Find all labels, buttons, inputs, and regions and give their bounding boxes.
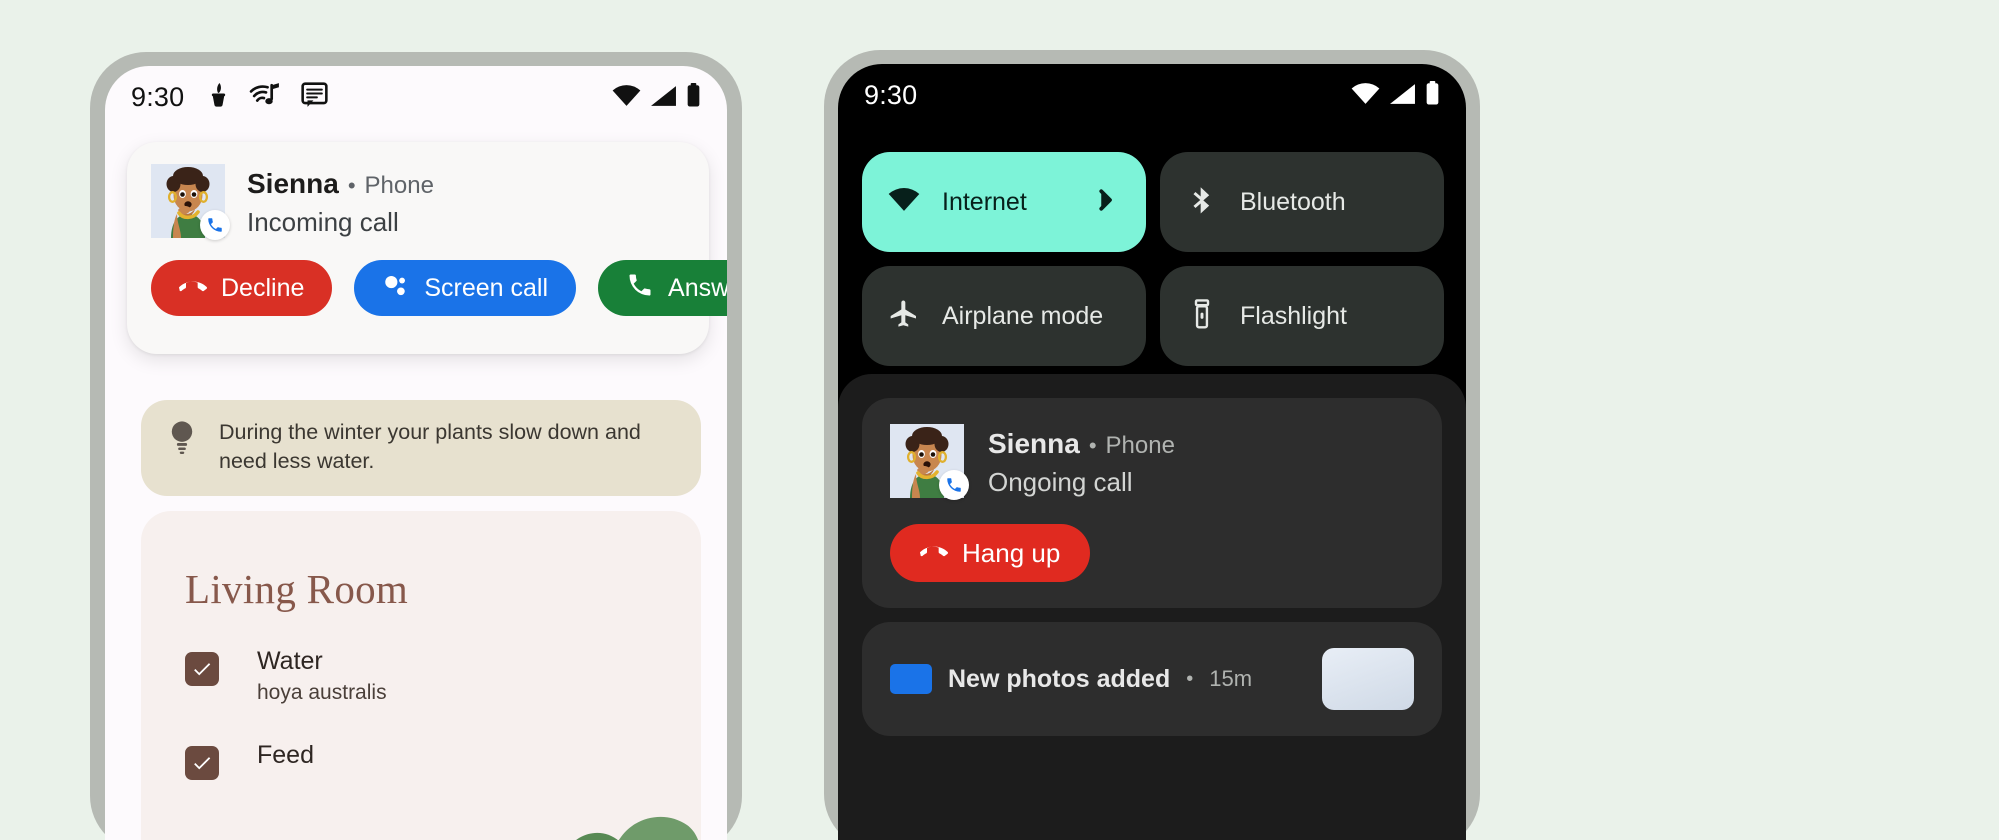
qs-tile-flashlight[interactable]: Flashlight <box>1160 266 1444 366</box>
notification-separator: • <box>347 173 356 198</box>
room-title: Living Room <box>185 566 409 612</box>
message-icon <box>300 81 329 114</box>
wifi-music-icon <box>249 81 282 114</box>
notification-body: Incoming call <box>247 207 399 237</box>
qs-tile-airplane-mode[interactable]: Airplane mode <box>862 266 1146 366</box>
notification-header: Sienna • Phone Ongoing call <box>890 424 1414 500</box>
hang-up-button[interactable]: Hang up <box>890 524 1091 582</box>
call-end-icon <box>179 271 207 306</box>
left-status-bar: 9:30 <box>105 66 727 128</box>
answer-label: Answer <box>668 273 727 302</box>
status-time: 9:30 <box>864 79 918 110</box>
photos-notification-time: 15m <box>1209 666 1253 691</box>
flashlight-icon <box>1186 298 1218 335</box>
quick-settings-grid: Internet Bluetooth Airplane mode Flashli… <box>862 152 1444 366</box>
task-subtitle: hoya australis <box>257 680 387 704</box>
task-title: Water <box>257 647 323 675</box>
task-row[interactable]: Water hoya australis <box>185 647 701 705</box>
screen-call-button[interactable]: Screen call <box>354 260 577 316</box>
incoming-call-notification[interactable]: Sienna • Phone Incoming call Decline Scr… <box>127 142 727 354</box>
wifi-icon <box>612 84 641 112</box>
notification-actions: Hang up <box>890 524 1414 582</box>
battery-icon <box>1425 80 1440 110</box>
task-list: Water hoya australis Feed <box>141 613 701 780</box>
photos-thumbnail[interactable] <box>1322 648 1414 710</box>
qs-label-airplane-mode: Airplane mode <box>942 301 1104 330</box>
bluetooth-icon <box>1186 184 1218 221</box>
task-title: Feed <box>257 740 314 769</box>
scene-root: During the winter your plants slow down … <box>0 0 1999 840</box>
right-phone-screen: 9:30 Internet Bluetooth Airplane mode Fl… <box>838 64 1466 840</box>
photos-icon <box>890 664 932 694</box>
qs-label-bluetooth: Bluetooth <box>1240 187 1346 216</box>
call-end-icon <box>920 536 948 571</box>
avatar <box>890 424 969 500</box>
avatar <box>151 164 230 240</box>
living-room-card: Living Room Water hoya australis Feed <box>141 511 701 840</box>
qs-label-internet: Internet <box>942 187 1027 216</box>
notification-body: Ongoing call <box>988 467 1133 497</box>
right-status-bar: 9:30 <box>838 64 1466 126</box>
task-row[interactable]: Feed <box>185 741 701 780</box>
tip-card[interactable]: During the winter your plants slow down … <box>141 400 701 496</box>
lightbulb-icon <box>165 416 199 463</box>
qs-label-flashlight: Flashlight <box>1240 301 1347 330</box>
photos-notification[interactable]: New photos added • 15m <box>862 622 1442 736</box>
notification-actions: Decline Screen call Answ <box>151 260 727 316</box>
notification-app-name: Phone <box>1105 432 1175 459</box>
decline-label: Decline <box>221 273 305 302</box>
photos-notification-separator: • <box>1186 667 1194 690</box>
notification-shade: Sienna • Phone Ongoing call Hang up New … <box>838 374 1466 840</box>
hang-up-label: Hang up <box>962 537 1061 568</box>
decline-button[interactable]: Decline <box>151 260 333 316</box>
qs-tile-bluetooth[interactable]: Bluetooth <box>1160 152 1444 252</box>
chevron-right-icon[interactable] <box>1090 185 1120 220</box>
wifi-icon <box>888 184 920 221</box>
status-time: 9:30 <box>131 81 185 112</box>
signal-icon <box>1389 83 1416 110</box>
battery-icon <box>686 82 701 112</box>
notification-app-name: Phone <box>364 172 434 199</box>
phone-call-icon <box>939 470 969 500</box>
task-checkbox[interactable] <box>185 652 219 686</box>
left-phone-screen: During the winter your plants slow down … <box>105 66 727 840</box>
qs-tile-internet[interactable]: Internet <box>862 152 1146 252</box>
phone-call-icon <box>200 210 230 240</box>
photos-notification-title: New photos added <box>948 664 1171 693</box>
notification-separator: • <box>1088 433 1097 458</box>
answer-button[interactable]: Answer <box>598 260 727 316</box>
call-answer-icon <box>626 271 654 306</box>
signal-icon <box>650 85 677 112</box>
notification-header: Sienna • Phone Incoming call <box>151 164 685 240</box>
notification-sender: Sienna <box>247 168 339 199</box>
screen-call-label: Screen call <box>424 273 549 302</box>
task-checkbox[interactable] <box>185 745 219 780</box>
tip-text: During the winter your plants slow down … <box>219 420 641 474</box>
wifi-icon <box>1351 82 1380 110</box>
assistant-icon <box>382 271 410 306</box>
notification-sender: Sienna <box>988 428 1080 459</box>
plant-app-icon <box>206 81 231 114</box>
ongoing-call-notification[interactable]: Sienna • Phone Ongoing call Hang up <box>862 398 1442 608</box>
airplane-icon <box>888 298 920 335</box>
